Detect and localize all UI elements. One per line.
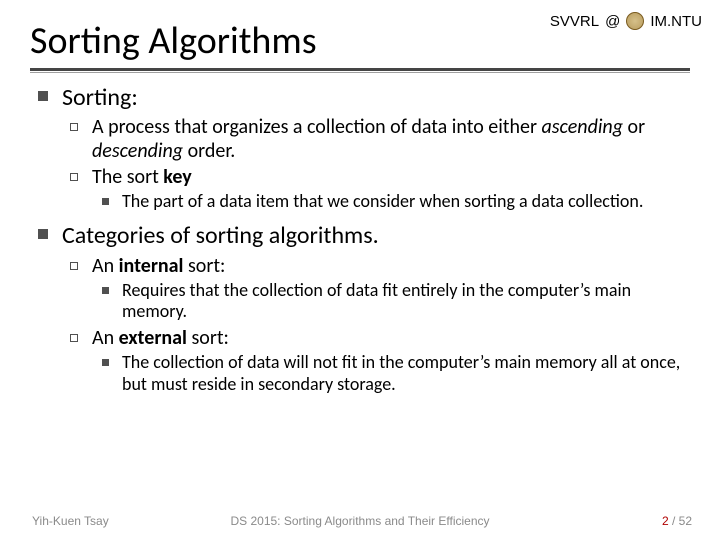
point-categories: Categories of sorting algorithms. An int… xyxy=(38,222,696,394)
title-rule-thick xyxy=(30,68,690,71)
slide-body: Sorting: A process that organizes a coll… xyxy=(38,84,696,403)
footer-page: 2 / 52 xyxy=(662,514,692,528)
slide: SVVRL @ IM.NTU Sorting Algorithms Sortin… xyxy=(0,0,720,540)
text: An xyxy=(92,254,119,278)
text: sort: xyxy=(187,326,229,350)
page-current: 2 xyxy=(662,514,669,528)
text: A process that organizes a collection of… xyxy=(92,115,541,139)
point-external-sort: An external sort: The collection of data… xyxy=(70,327,696,395)
text-descending: descending xyxy=(92,139,183,163)
text: An xyxy=(92,326,119,350)
point-sorting: Sorting: A process that organizes a coll… xyxy=(38,84,696,212)
page-title: Sorting Algorithms xyxy=(30,18,690,64)
text-ascending: ascending xyxy=(541,115,623,139)
point-sorting-label: Sorting: xyxy=(62,83,138,112)
text: or xyxy=(623,115,645,139)
text-external: external xyxy=(119,326,187,350)
text: The collection of data will not fit in t… xyxy=(122,351,680,394)
page-total: 52 xyxy=(679,514,692,528)
text-internal: internal xyxy=(119,254,184,278)
point-sort-key-def: The part of a data item that we consider… xyxy=(102,191,696,212)
page-sep: / xyxy=(669,514,679,528)
point-sorting-def: A process that organizes a collection of… xyxy=(70,116,696,163)
text: order. xyxy=(183,139,235,163)
point-internal-sort-def: Requires that the collection of data fit… xyxy=(102,280,696,322)
footer-course: DS 2015: Sorting Algorithms and Their Ef… xyxy=(0,514,720,528)
text: The part of a data item that we consider… xyxy=(122,190,643,212)
text: The sort xyxy=(92,165,163,189)
point-categories-label: Categories of sorting algorithms. xyxy=(62,221,379,250)
point-internal-sort: An internal sort: Requires that the coll… xyxy=(70,255,696,323)
text: sort: xyxy=(183,254,225,278)
title-rule-thin xyxy=(30,72,690,73)
title-block: Sorting Algorithms xyxy=(30,18,690,73)
text-key: key xyxy=(163,165,191,189)
point-sort-key: The sort key The part of a data item tha… xyxy=(70,166,696,213)
text: Requires that the collection of data fit… xyxy=(122,279,631,322)
point-external-sort-def: The collection of data will not fit in t… xyxy=(102,352,696,394)
